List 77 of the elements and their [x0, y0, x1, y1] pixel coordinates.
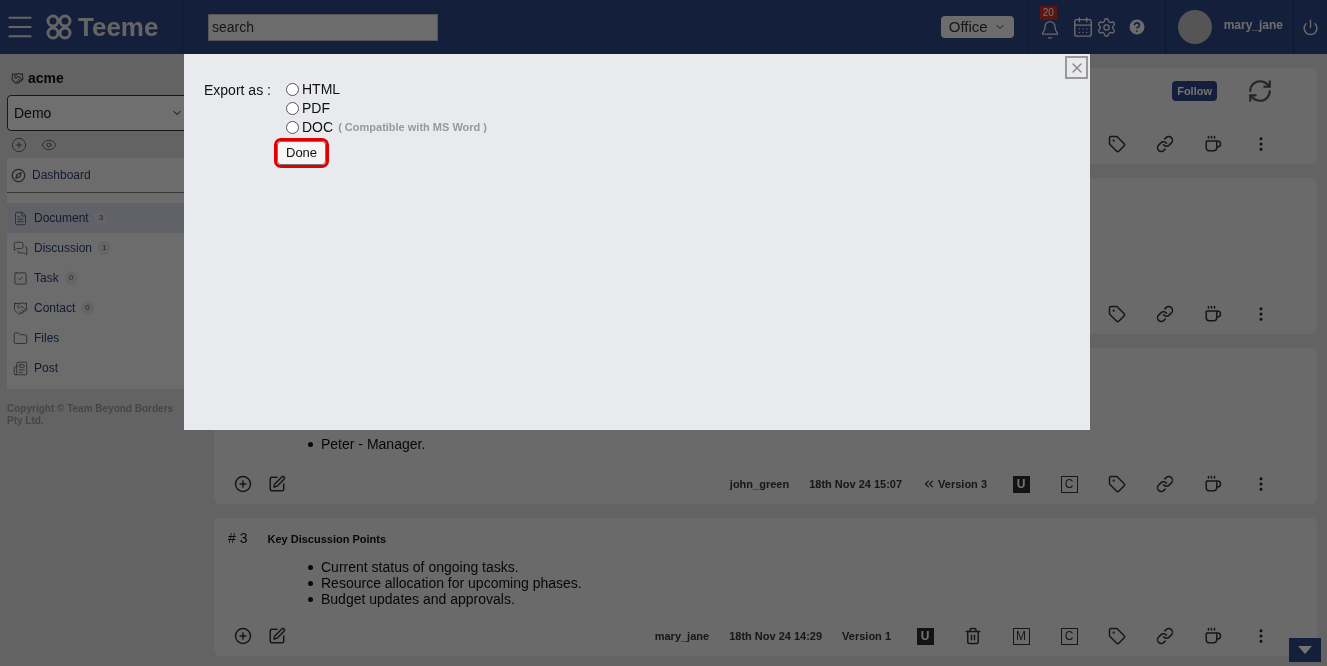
bullet-text: Current status of ongoing tasks. — [321, 559, 519, 575]
bullet-icon — [308, 596, 313, 602]
bullet-text: Budget updates and approvals. — [321, 591, 515, 607]
card-number: # 3 — [228, 529, 248, 548]
format-radio[interactable] — [286, 102, 299, 115]
done-button[interactable]: Done — [277, 141, 327, 165]
mug-icon[interactable] — [1204, 475, 1222, 493]
document-icon — [13, 210, 28, 226]
format-radio[interactable] — [286, 121, 299, 134]
nav-item[interactable]: Post — [7, 353, 207, 383]
mug-icon[interactable] — [1204, 305, 1222, 323]
tag-icon[interactable] — [1108, 135, 1126, 153]
add-icon[interactable] — [234, 475, 252, 493]
user-name[interactable]: mary_jane — [1223, 16, 1283, 34]
bullet-text: Resource allocation for upcoming phases. — [321, 575, 582, 591]
version-label: Version 1 — [842, 628, 891, 644]
link-icon[interactable] — [1156, 627, 1174, 645]
workspace-dropdown[interactable]: Office — [940, 16, 1014, 38]
user-badge[interactable]: U — [916, 627, 934, 645]
format-note: ( Compatible with MS Word ) — [338, 120, 488, 136]
mug-icon[interactable] — [1204, 135, 1222, 153]
tag-icon[interactable] — [1108, 627, 1126, 645]
format-label[interactable]: HTML — [302, 79, 341, 100]
bullet-icon — [308, 564, 313, 570]
author-name: john_green — [729, 476, 790, 492]
logo-icon — [46, 14, 72, 40]
modified-date: 18th Nov 24 15:07 — [809, 476, 903, 492]
org-icon — [11, 72, 24, 85]
version-label: Version 3 — [938, 476, 987, 492]
trash-icon[interactable] — [964, 627, 982, 645]
nav-item[interactable]: Files — [7, 323, 207, 353]
add-icon[interactable] — [234, 627, 252, 645]
discussion-icon — [13, 240, 28, 256]
avatar[interactable] — [1177, 10, 1212, 44]
letter-badge[interactable]: C — [1060, 475, 1078, 493]
bullet-icon — [308, 441, 313, 447]
format-label[interactable]: PDF — [302, 98, 330, 119]
letter-badge[interactable]: M — [1012, 627, 1030, 645]
search-field[interactable]: search — [208, 13, 438, 41]
files-icon — [13, 330, 28, 346]
close-button[interactable] — [1065, 56, 1088, 79]
letter-badge[interactable]: C — [1060, 627, 1078, 645]
org-name: acme — [28, 69, 64, 88]
power-icon[interactable] — [1302, 18, 1319, 36]
refresh-icon[interactable] — [1247, 78, 1273, 104]
user-badge[interactable]: U — [1012, 475, 1030, 493]
caret-icon — [1298, 646, 1312, 654]
tag-icon[interactable] — [1108, 475, 1126, 493]
help-icon[interactable] — [1126, 17, 1147, 37]
bullet-icon — [308, 580, 313, 586]
notification-count: 20 — [1039, 6, 1057, 20]
link-icon[interactable] — [1156, 475, 1174, 493]
post-icon — [13, 360, 28, 376]
card-title: Key Discussion Points — [267, 532, 387, 547]
brand-name: Teeme — [78, 10, 159, 44]
follow-button[interactable]: Follow — [1172, 80, 1217, 102]
modified-date: 18th Nov 24 14:29 — [729, 628, 823, 644]
edit-icon[interactable] — [268, 475, 286, 493]
contact-icon — [13, 300, 28, 316]
author-name: mary_jane — [654, 628, 710, 644]
link-icon[interactable] — [1156, 305, 1174, 323]
settings-icon[interactable] — [1095, 16, 1117, 38]
tag-icon[interactable] — [1108, 305, 1126, 323]
scroll-down-button[interactable] — [1289, 638, 1321, 662]
mug-icon[interactable] — [1204, 627, 1222, 645]
link-icon[interactable] — [1156, 135, 1174, 153]
add-icon[interactable] — [11, 137, 27, 153]
compass-icon — [11, 167, 26, 183]
notifications-icon[interactable] — [1039, 20, 1060, 40]
view-icon[interactable] — [41, 137, 57, 153]
task-icon — [13, 270, 28, 286]
bullet-text: Peter - Manager. — [321, 436, 426, 452]
edit-icon[interactable] — [268, 627, 286, 645]
calendar-icon[interactable] — [1071, 16, 1094, 38]
export-label: Export as : — [204, 81, 272, 100]
format-radio[interactable] — [286, 83, 299, 96]
format-label[interactable]: DOC — [302, 117, 334, 138]
